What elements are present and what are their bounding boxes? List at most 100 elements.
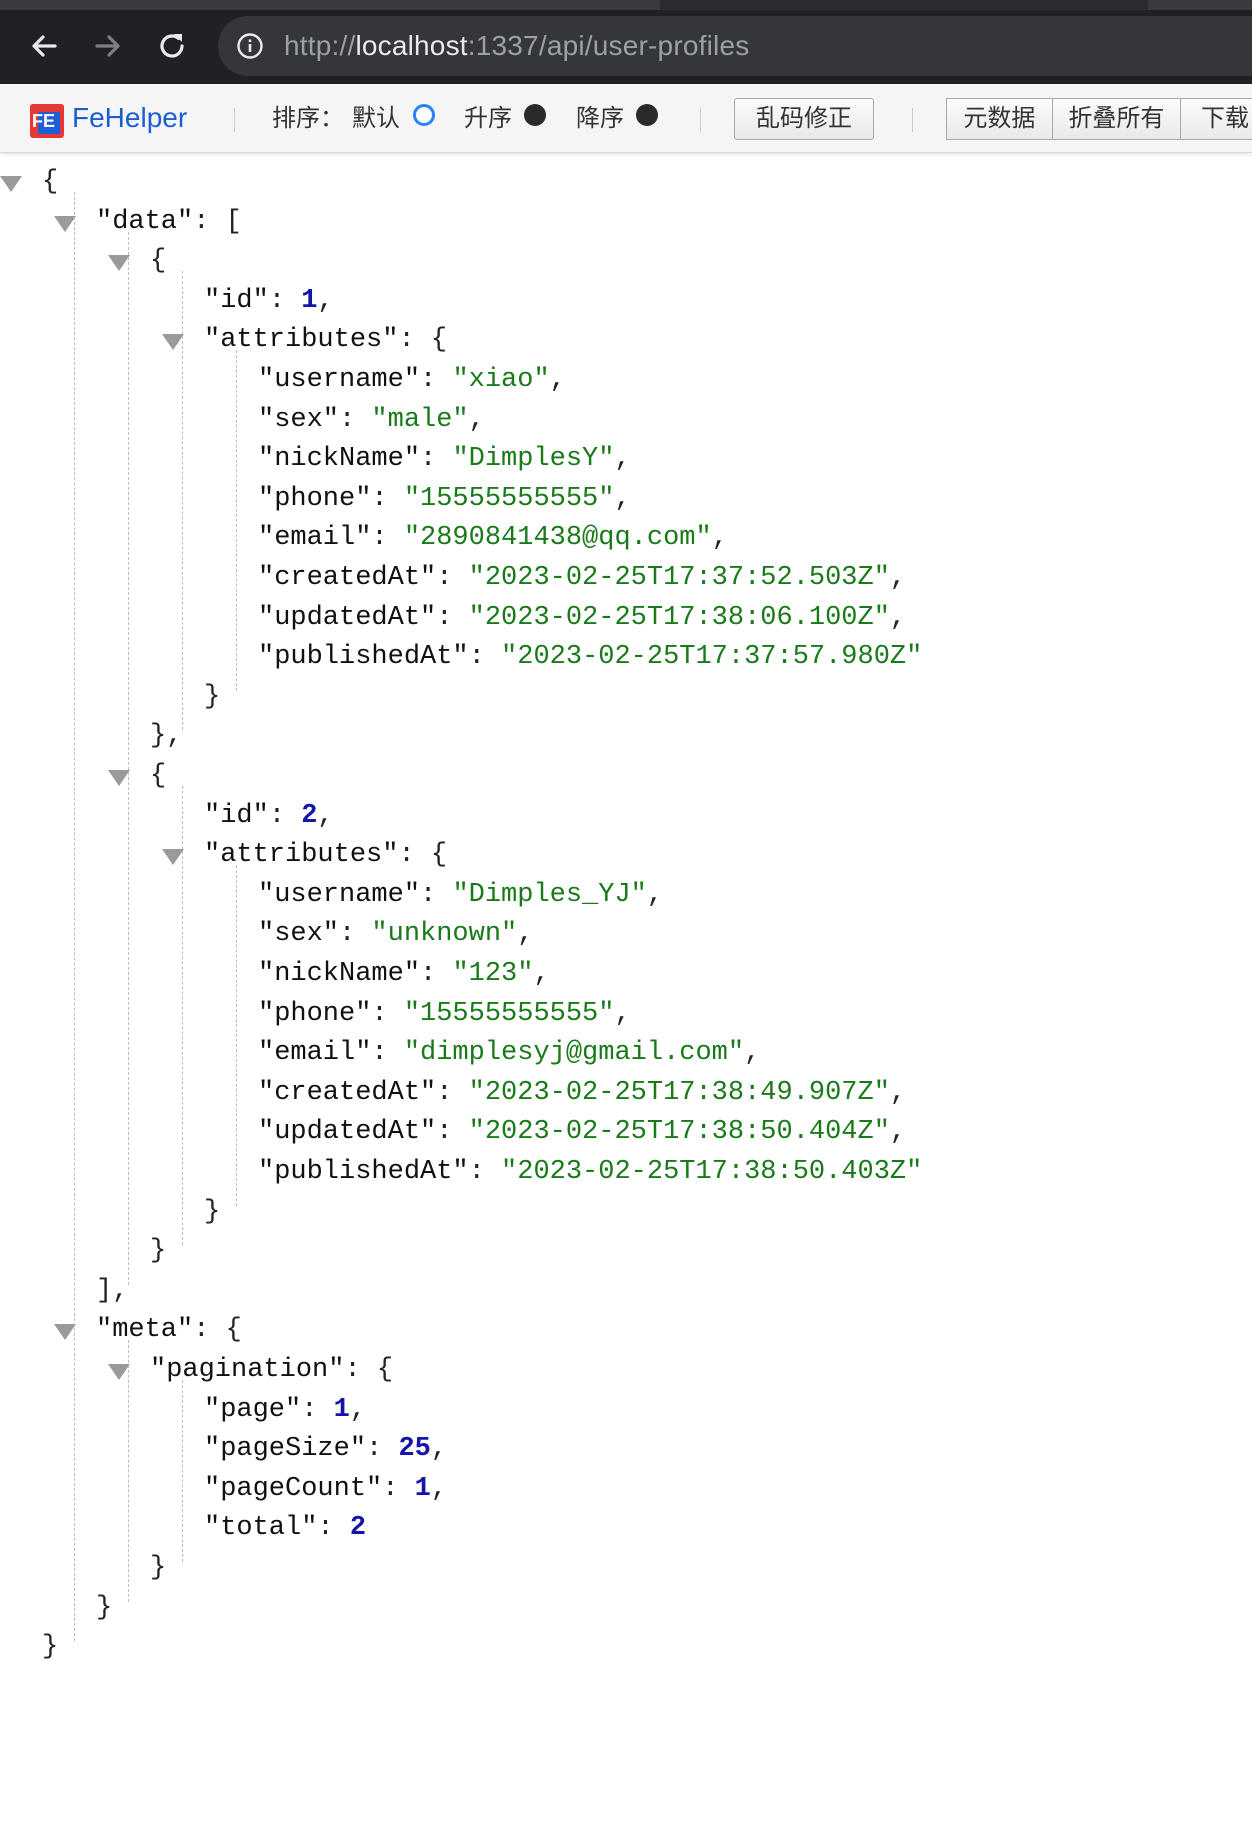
json-line: "meta": {	[96, 1310, 242, 1350]
json-line: "nickName": "DimplesY",	[258, 439, 631, 479]
json-punct: ,	[614, 444, 631, 475]
address-bar[interactable]: http://localhost:1337/api/user-profiles	[218, 16, 1252, 76]
json-punct: ,	[614, 483, 631, 514]
sort-default-label[interactable]: 默认	[352, 103, 400, 135]
tab-edge	[1148, 0, 1252, 10]
sort-desc-label[interactable]: 降序	[576, 103, 624, 135]
json-line: {	[42, 162, 58, 202]
json-punct: :	[366, 1434, 399, 1465]
json-key: "sex"	[258, 919, 340, 950]
divider	[234, 108, 235, 132]
json-punct: }	[42, 1632, 59, 1663]
json-string: "xiao"	[452, 365, 550, 395]
json-key: "pageCount"	[204, 1473, 383, 1504]
json-string: "unknown"	[371, 919, 518, 950]
json-punct: ,	[317, 285, 334, 316]
sort-desc-radio[interactable]	[636, 104, 658, 126]
collapse-toggle-icon[interactable]	[54, 215, 76, 232]
json-string: "2023-02-25T17:38:49.907Z"	[468, 1077, 890, 1108]
info-icon[interactable]	[236, 32, 264, 60]
json-line: "pageCount": 1,	[204, 1469, 447, 1509]
json-punct: {	[150, 246, 167, 277]
json-string: "dimplesyj@gmail.com"	[403, 1038, 745, 1069]
json-punct: :	[420, 879, 453, 910]
sort-label: 排序：	[272, 105, 344, 132]
json-string: "Dimples_YJ"	[452, 879, 647, 910]
json-punct: :	[420, 365, 453, 395]
json-line: }	[204, 1192, 220, 1232]
json-punct: :	[436, 563, 469, 593]
view-button-group: 元数据 折叠所有 下载	[946, 98, 1252, 140]
json-line: }	[150, 1548, 166, 1588]
json-line: "total": 2	[204, 1508, 366, 1548]
json-key: "total"	[204, 1513, 318, 1544]
json-line: "page": 1,	[204, 1390, 366, 1430]
json-key: "updatedAt"	[258, 1117, 437, 1148]
forward-button[interactable]	[86, 24, 130, 68]
json-line: "updatedAt": "2023-02-25T17:38:06.100Z",	[258, 598, 906, 638]
sort-asc-radio[interactable]	[524, 104, 546, 126]
json-key: "email"	[258, 523, 372, 554]
json-line: "username": "Dimples_YJ",	[258, 875, 663, 915]
collapse-toggle-icon[interactable]	[108, 255, 130, 272]
json-punct: ,	[517, 919, 534, 950]
json-key: "username"	[258, 879, 421, 910]
json-number: 1	[333, 1394, 350, 1425]
fix-encoding-button[interactable]: 乱码修正	[734, 98, 874, 140]
divider	[912, 108, 913, 132]
divider	[700, 108, 701, 132]
indent-guide	[128, 231, 129, 1285]
metadata-button[interactable]: 元数据	[946, 98, 1053, 140]
fehelper-logo-icon: FE	[30, 104, 64, 138]
url-text[interactable]: http://localhost:1337/api/user-profiles	[284, 30, 749, 62]
collapse-toggle-icon[interactable]	[162, 334, 184, 351]
json-punct: :	[468, 642, 502, 673]
collapse-toggle-icon[interactable]	[54, 1324, 76, 1341]
json-line: "sex": "male",	[258, 400, 485, 440]
json-key: "attributes"	[204, 840, 399, 871]
reload-button[interactable]	[150, 24, 194, 68]
json-punct: {	[430, 840, 448, 871]
collapse-toggle-icon[interactable]	[108, 1364, 130, 1380]
sort-default-radio[interactable]	[413, 104, 435, 126]
indent-guide	[236, 350, 237, 691]
json-punct: :	[268, 285, 302, 316]
json-punct: },	[150, 721, 183, 752]
json-key: "meta"	[96, 1315, 194, 1346]
json-key: "createdAt"	[258, 563, 437, 593]
json-punct: ,	[744, 1038, 761, 1069]
json-key: "publishedAt"	[258, 1157, 469, 1187]
json-punct: {	[376, 1355, 394, 1385]
json-line: "publishedAt": "2023-02-25T17:38:50.403Z…	[258, 1152, 922, 1192]
reload-icon	[160, 34, 184, 58]
json-line: "email": "2890841438@qq.com",	[258, 518, 728, 558]
json-string: "2023-02-25T17:38:50.403Z"	[501, 1157, 923, 1187]
json-line: "nickName": "123",	[258, 954, 550, 994]
json-punct: :	[371, 483, 404, 514]
json-line: }	[150, 1231, 166, 1271]
json-string: "2890841438@qq.com"	[403, 523, 712, 554]
back-button[interactable]	[22, 24, 66, 68]
json-line: "id": 2,	[204, 796, 334, 836]
json-line: {	[150, 241, 166, 281]
collapse-toggle-icon[interactable]	[0, 176, 22, 192]
json-line: "createdAt": "2023-02-25T17:37:52.503Z",	[258, 558, 906, 598]
json-punct: }	[204, 1196, 221, 1227]
json-punct: ,	[317, 800, 334, 831]
fehelper-title[interactable]: FeHelper	[72, 101, 187, 135]
json-punct: ,	[646, 879, 664, 910]
json-punct: :	[301, 1394, 334, 1425]
indent-guide	[182, 271, 183, 731]
collapse-toggle-icon[interactable]	[108, 770, 130, 786]
json-line: "username": "xiao",	[258, 360, 566, 400]
indent-guide	[182, 786, 183, 1246]
sort-asc-label[interactable]: 升序	[464, 103, 512, 135]
json-line: "phone": "15555555555",	[258, 479, 631, 519]
download-button[interactable]: 下载	[1180, 98, 1252, 140]
json-punct: }	[96, 1592, 113, 1623]
json-line: }	[204, 677, 220, 717]
json-punct: :	[339, 404, 372, 435]
fehelper-toolbar: FE FeHelper 排序： 默认 升序 降序 乱码修正 元数据 折叠所有 下…	[0, 84, 1252, 153]
collapse-all-button[interactable]: 折叠所有	[1052, 98, 1181, 140]
collapse-toggle-icon[interactable]	[162, 849, 184, 866]
